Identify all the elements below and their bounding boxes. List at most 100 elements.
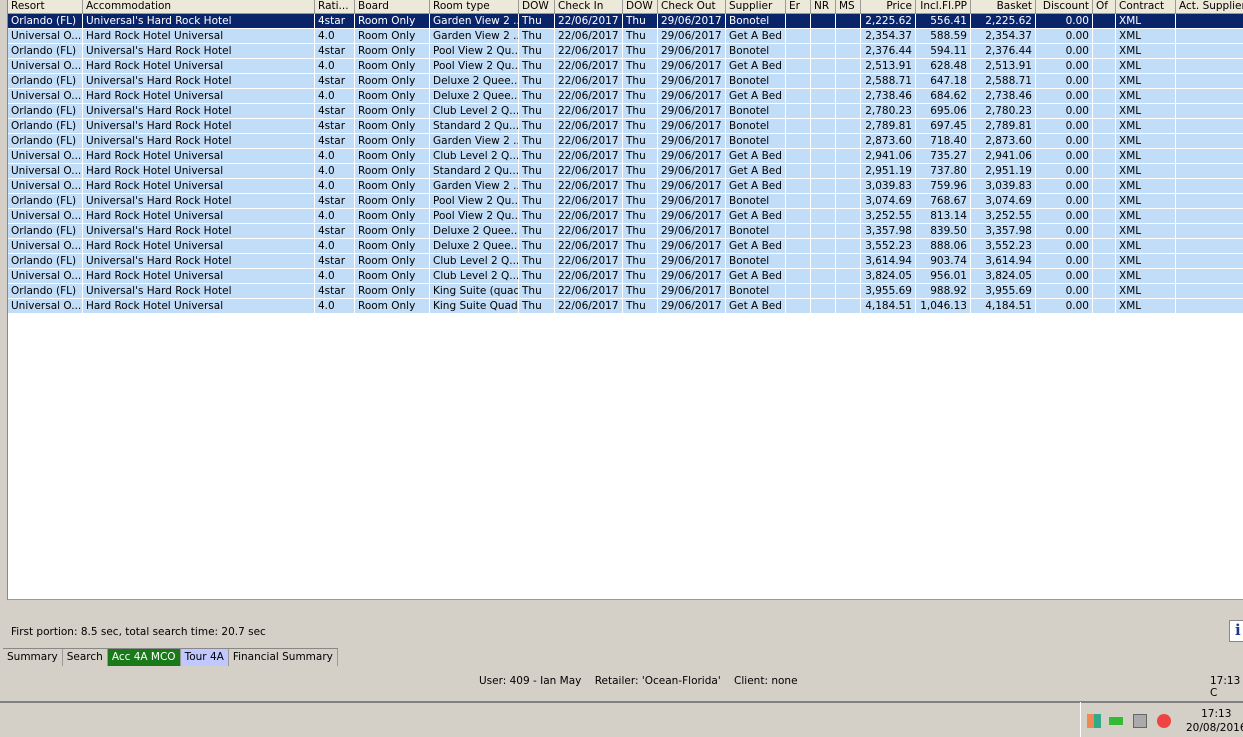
column-header[interactable]: Act. Supplier — [1176, 0, 1243, 14]
table-cell: 29/06/2017 — [658, 194, 726, 209]
table-row[interactable]: Universal O... Hard Rock Hotel Universal 4… — [8, 59, 1243, 74]
table-cell: 2,513.91 — [971, 59, 1036, 74]
table-cell — [836, 224, 861, 239]
column-header[interactable]: Room type — [430, 0, 519, 14]
table-row[interactable]: Universal O... Hard Rock Hotel Universal 4… — [8, 89, 1243, 104]
column-header[interactable]: Check In — [555, 0, 623, 14]
column-header[interactable]: Accommodation — [83, 0, 315, 14]
table-cell — [786, 104, 811, 119]
column-header[interactable]: MS — [836, 0, 861, 14]
table-row[interactable]: Orlando (FL) Universal's Hard Rock Hotel 4… — [8, 44, 1243, 59]
table-row[interactable]: Universal O... Hard Rock Hotel Universal 4… — [8, 269, 1243, 284]
column-header[interactable]: Discount — [1036, 0, 1093, 14]
column-header[interactable]: Resort — [8, 0, 83, 14]
table-row[interactable]: Orlando (FL) Universal's Hard Rock Hotel 4… — [8, 194, 1243, 209]
table-cell: Club Level 2 Q... — [430, 254, 519, 269]
table-cell: Universal's Hard Rock Hotel — [83, 194, 315, 209]
network-card-icon[interactable] — [1109, 717, 1123, 725]
table-cell: 29/06/2017 — [658, 179, 726, 194]
user-info: User: 409 - Ian May Retailer: 'Ocean-Flo… — [479, 675, 798, 687]
table-row[interactable]: Orlando (FL) Universal's Hard Rock Hotel 4… — [8, 119, 1243, 134]
table-cell: Orlando (FL) — [8, 134, 83, 149]
table-cell — [1093, 239, 1116, 254]
network-icon[interactable] — [1133, 714, 1147, 728]
results-grid[interactable]: Resort Accommodation Rati... Board Room type… — [7, 0, 1243, 600]
table-cell: 22/06/2017 — [555, 239, 623, 254]
table-cell: 29/06/2017 — [658, 299, 726, 314]
table-row[interactable]: Orlando (FL) Universal's Hard Rock Hotel 4… — [8, 104, 1243, 119]
table-cell: Garden View 2 ... — [430, 29, 519, 44]
table-row[interactable]: Orlando (FL) Universal's Hard Rock Hotel 4… — [8, 254, 1243, 269]
taskbar-clock[interactable]: 17:13 20/08/2016 — [1186, 707, 1243, 735]
table-cell: 2,738.46 — [861, 89, 916, 104]
column-header[interactable]: Rati... — [315, 0, 355, 14]
table-row[interactable]: Universal O... Hard Rock Hotel Universal 4… — [8, 299, 1243, 314]
table-cell: Thu — [519, 269, 555, 284]
table-cell: Universal O... — [8, 299, 83, 314]
table-cell — [1176, 239, 1243, 254]
table-cell: XML — [1116, 299, 1176, 314]
column-header[interactable]: Contract — [1116, 0, 1176, 14]
table-cell: Hard Rock Hotel Universal — [83, 89, 315, 104]
table-row[interactable]: Orlando (FL) Universal's Hard Rock Hotel 4… — [8, 284, 1243, 299]
column-header[interactable]: Board — [355, 0, 430, 14]
table-cell: King Suite Quad — [430, 299, 519, 314]
table-row[interactable]: Orlando (FL) Universal's Hard Rock Hotel 4… — [8, 134, 1243, 149]
table-cell: Hard Rock Hotel Universal — [83, 179, 315, 194]
table-cell: 3,357.98 — [971, 224, 1036, 239]
table-cell: 2,789.81 — [971, 119, 1036, 134]
table-row[interactable]: Universal O... Hard Rock Hotel Universal 4… — [8, 164, 1243, 179]
table-cell: 3,824.05 — [861, 269, 916, 284]
table-cell — [836, 284, 861, 299]
column-header[interactable]: DOW — [519, 0, 555, 14]
table-row[interactable]: Orlando (FL) Universal's Hard Rock Hotel 4… — [8, 224, 1243, 239]
tab-summary[interactable]: Summary — [3, 649, 63, 666]
column-header[interactable]: Supplier — [726, 0, 786, 14]
table-cell: Orlando (FL) — [8, 74, 83, 89]
table-cell: 988.92 — [916, 284, 971, 299]
table-cell — [1176, 104, 1243, 119]
table-cell: 22/06/2017 — [555, 194, 623, 209]
column-header[interactable]: DOW — [623, 0, 658, 14]
tab-tour-4a[interactable]: Tour 4A — [180, 649, 229, 666]
table-cell: 718.40 — [916, 134, 971, 149]
column-header[interactable]: Of — [1093, 0, 1116, 14]
table-row[interactable]: Orlando (FL) Universal's Hard Rock Hotel 4… — [8, 74, 1243, 89]
column-header[interactable]: Price — [861, 0, 916, 14]
table-row[interactable]: Orlando (FL) Universal's Hard Rock Hotel 4… — [8, 14, 1243, 29]
table-cell: 0.00 — [1036, 269, 1093, 284]
volume-muted-icon[interactable] — [1157, 714, 1171, 728]
table-cell: 22/06/2017 — [555, 179, 623, 194]
table-row[interactable]: Universal O... Hard Rock Hotel Universal 4… — [8, 149, 1243, 164]
table-cell: Thu — [519, 299, 555, 314]
column-header[interactable]: Basket — [971, 0, 1036, 14]
table-cell: Universal O... — [8, 179, 83, 194]
column-header[interactable]: Check Out — [658, 0, 726, 14]
column-header[interactable]: Er — [786, 0, 811, 14]
table-cell: 594.11 — [916, 44, 971, 59]
table-cell — [836, 179, 861, 194]
table-cell — [836, 239, 861, 254]
table-row[interactable]: Universal O... Hard Rock Hotel Universal 4… — [8, 179, 1243, 194]
table-cell — [1093, 299, 1116, 314]
table-cell — [836, 299, 861, 314]
table-row[interactable]: Universal O... Hard Rock Hotel Universal 4… — [8, 209, 1243, 224]
table-row[interactable]: Universal O... Hard Rock Hotel Universal 4… — [8, 239, 1243, 254]
table-cell: Get A Bed — [726, 89, 786, 104]
antivirus-icon[interactable] — [1087, 714, 1101, 728]
table-row[interactable]: Universal O... Hard Rock Hotel Universal 4… — [8, 29, 1243, 44]
column-header[interactable]: NR — [811, 0, 836, 14]
table-cell — [811, 59, 836, 74]
table-cell: Thu — [623, 224, 658, 239]
tab-acc-4a-mco[interactable]: Acc 4A MCO — [107, 649, 181, 666]
tab-bar: Summary Search Acc 4A MCO Tour 4A Financial … — [3, 648, 338, 666]
info-button[interactable]: i — [1229, 620, 1243, 642]
table-cell: Bonotel — [726, 134, 786, 149]
table-cell: XML — [1116, 179, 1176, 194]
table-cell: 29/06/2017 — [658, 269, 726, 284]
column-header[interactable]: Incl.Fl.PP — [916, 0, 971, 14]
table-cell: Orlando (FL) — [8, 14, 83, 29]
tab-financial-summary[interactable]: Financial Summary — [229, 649, 338, 666]
tab-search[interactable]: Search — [63, 649, 108, 666]
table-cell — [1176, 269, 1243, 284]
